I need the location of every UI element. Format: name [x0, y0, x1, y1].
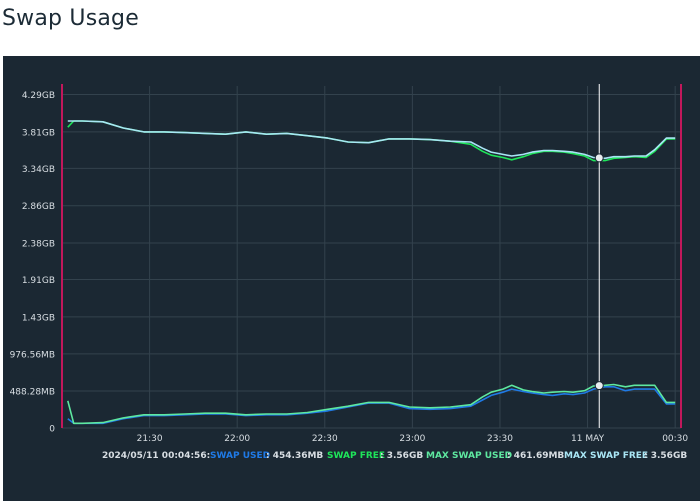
- y-tick-label: 4.29GB: [22, 91, 55, 101]
- legend-swap-free-label: SWAP FREE: [327, 451, 386, 461]
- series-line-max-swap-free: [67, 120, 676, 160]
- y-tick-label: 1.43GB: [22, 313, 55, 323]
- legend: 2024/05/11 00:04:56: SWAP USED : 454.36M…: [0, 451, 700, 465]
- legend-swap-free-value: : 3.56GB: [380, 451, 424, 461]
- series-line-swap-used: [67, 385, 676, 425]
- legend-timestamp: 2024/05/11 00:04:56:: [102, 451, 211, 461]
- y-tick-label: 1.91GB: [22, 276, 55, 286]
- x-tick-label: 00:30: [662, 434, 688, 444]
- y-tick-label: 3.34GB: [22, 165, 55, 175]
- legend-swap-used-value: : 454.36MB: [266, 451, 324, 461]
- legend-max-swap-used-value: : 461.69MB: [507, 451, 565, 461]
- x-tick-label: 22:30: [312, 434, 338, 444]
- y-tick-label: 2.38GB: [22, 240, 55, 250]
- legend-max-swap-free-value: : 3.56GB: [644, 451, 688, 461]
- y-tick-label: 3.81GB: [22, 128, 55, 138]
- legend-swap-used-label: SWAP USED: [210, 451, 271, 461]
- legend-max-swap-free-label: MAX SWAP FREE: [564, 451, 649, 461]
- x-tick-label: 22:00: [224, 434, 250, 444]
- y-tick-label: 0: [49, 425, 55, 435]
- swap-usage-chart[interactable]: 0 488.28MB 976.56MB 1.43GB 1.91GB 2.38GB 2.86G…: [0, 0, 700, 501]
- y-tick-label: 976.56MB: [10, 350, 55, 360]
- y-tick-label: 2.86GB: [22, 202, 55, 212]
- legend-max-swap-used-label: MAX SWAP USED: [426, 451, 513, 461]
- x-tick-label: 11 MAY: [571, 434, 605, 444]
- x-tick-label: 23:00: [399, 434, 425, 444]
- cursor-point-used: [594, 381, 604, 391]
- cursor-point-free: [594, 153, 604, 163]
- x-tick-label: 21:30: [137, 434, 163, 444]
- x-tick-label: 23:30: [487, 434, 513, 444]
- y-tick-label: 488.28MB: [10, 387, 55, 397]
